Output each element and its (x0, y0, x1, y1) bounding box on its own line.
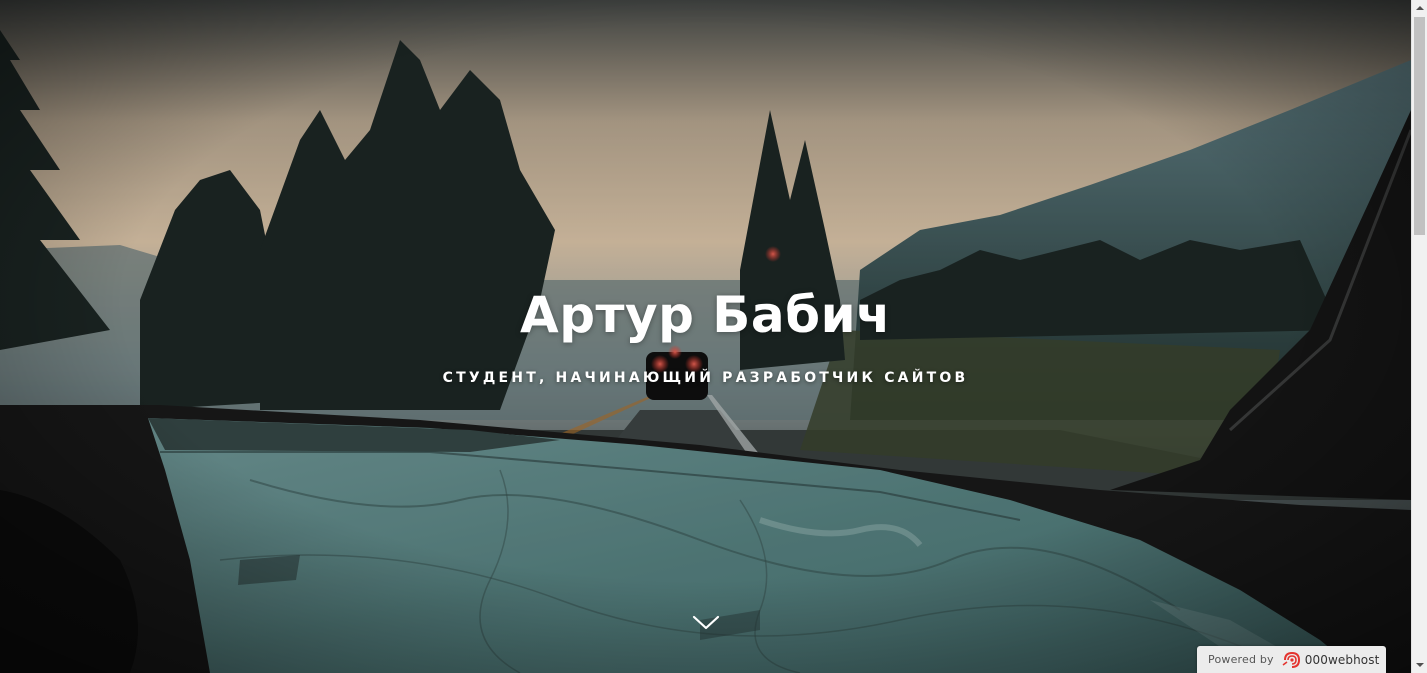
page: Артур Бабич студент, начинающий разработ… (0, 0, 1427, 673)
scrollbar-thumb[interactable] (1414, 17, 1425, 235)
000webhost-logo-icon (1282, 651, 1300, 668)
triangle-down-icon[interactable] (1415, 660, 1425, 670)
badge-brand-label: 000webhost (1304, 652, 1380, 667)
hero-section: Артур Бабич студент, начинающий разработ… (0, 0, 1411, 673)
chevron-down-icon[interactable] (690, 611, 722, 635)
triangle-up-icon[interactable] (1415, 3, 1425, 13)
vertical-scrollbar[interactable] (1411, 0, 1427, 673)
hero-title: Артур Бабич (520, 286, 891, 344)
hero-subtitle: студент, начинающий разработчик сайтов (442, 370, 969, 386)
powered-by-000webhost-badge[interactable]: Powered by 000webhost (1197, 646, 1386, 673)
hero-text-block: Артур Бабич студент, начинающий разработ… (0, 282, 1411, 386)
badge-prefix-label: Powered by (1208, 653, 1274, 666)
